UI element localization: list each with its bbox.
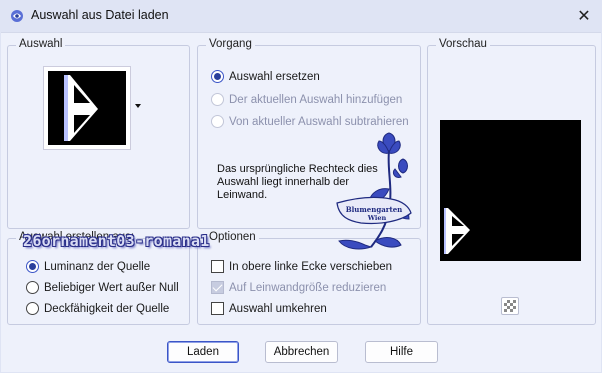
checkbox-indicator[interactable] [211,260,224,273]
checkbox-label: In obere linke Ecke verschieben [229,260,393,273]
radio-indicator[interactable] [211,93,224,106]
checkbox-label: Auf Leinwandgröße reduzieren [229,281,387,294]
radio-label: Luminanz der Quelle [44,260,151,273]
group-optionen-label: Optionen [206,231,259,243]
checkerboard-icon[interactable] [501,297,519,315]
app-icon [11,10,23,22]
radio-label: Der aktuellen Auswahl hinzufügen [229,93,403,106]
checkbox-leinwandgroesse[interactable]: Auf Leinwandgröße reduzieren [211,281,386,294]
radio-label: Auswahl ersetzen [229,70,320,83]
stamp-line: Wien [367,214,387,222]
radio-label: Von aktueller Auswahl subtrahieren [229,115,409,128]
window-title: Auswahl aus Datei laden [31,8,169,22]
watermark-text: 26ornament03-romana1 [23,232,210,250]
dialog-body: Auswahl Vorgang Auswahl ersetzen Der akt… [1,32,601,372]
group-auswahl: Auswahl [7,38,190,229]
help-button[interactable]: Hilfe [365,341,438,363]
radio-indicator[interactable] [26,302,39,315]
group-vorgang-label: Vorgang [206,38,255,50]
group-auswahl-erstellen: Auswahl erstellen aus: Luminanz der Quel… [7,231,190,325]
checkbox-label: Auswahl umkehren [229,302,327,315]
radio-indicator[interactable] [211,115,224,128]
radio-label: Beliebiger Wert außer Null [44,281,179,294]
radio-label: Deckfähigkeit der Quelle [44,302,170,315]
radio-indicator[interactable] [26,260,39,273]
checkbox-indicator[interactable] [211,281,224,294]
group-vorschau-label: Vorschau [436,38,490,50]
selection-thumbnail-image [48,71,126,145]
radio-luminanz[interactable]: Luminanz der Quelle [26,260,150,273]
group-vorschau: Vorschau [427,38,596,325]
close-button[interactable]: ✕ [572,4,596,28]
radio-auswahl-ersetzen[interactable]: Auswahl ersetzen [211,70,320,83]
close-icon: ✕ [577,8,591,25]
preview-shape [444,208,470,254]
radio-indicator[interactable] [26,281,39,294]
group-auswahl-label: Auswahl [16,38,66,50]
selection-thumbnail[interactable] [43,66,131,150]
load-button[interactable]: Laden [167,341,239,363]
stamp-line: Blumengarten [346,205,403,214]
radio-beliebiger-wert[interactable]: Beliebiger Wert außer Null [26,281,179,294]
checkbox-indicator[interactable] [211,302,224,315]
radio-auswahl-hinzufuegen[interactable]: Der aktuellen Auswahl hinzufügen [211,93,402,106]
title-bar: Auswahl aus Datei laden ✕ [0,0,602,32]
thumbnail-dropdown-arrow-icon[interactable] [135,104,141,108]
watermark-ornament: Blumengarten Wien [336,132,412,250]
preview-canvas [440,120,581,261]
checkbox-obere-linke-ecke[interactable]: In obere linke Ecke verschieben [211,260,392,273]
radio-indicator[interactable] [211,70,224,83]
cancel-button[interactable]: Abbrechen [265,341,338,363]
radio-deckfaehigkeit[interactable]: Deckfähigkeit der Quelle [26,302,169,315]
radio-auswahl-subtrahieren[interactable]: Von aktueller Auswahl subtrahieren [211,115,409,128]
checkbox-auswahl-umkehren[interactable]: Auswahl umkehren [211,302,327,315]
